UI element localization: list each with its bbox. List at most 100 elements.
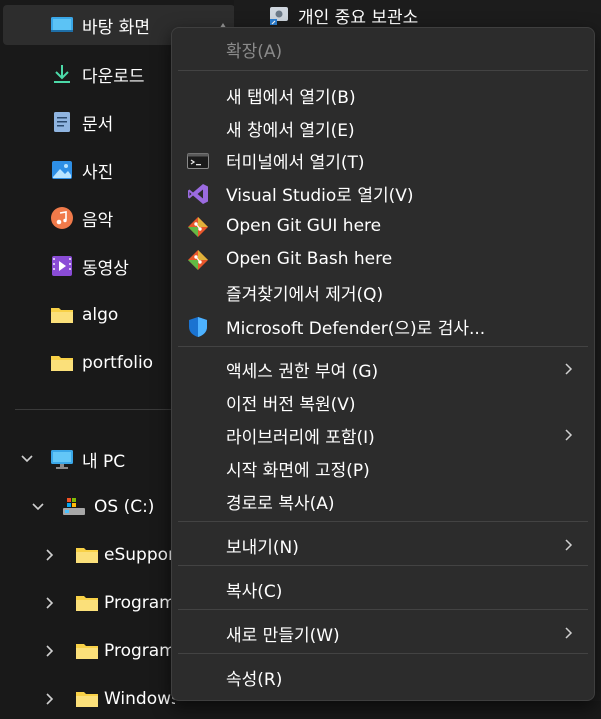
sidebar-item-videos[interactable]: 동영상 bbox=[50, 246, 129, 286]
folder-icon bbox=[75, 641, 99, 661]
file-item-label: 개인 중요 보관소 bbox=[298, 7, 419, 28]
monitor-icon bbox=[50, 448, 74, 470]
menu-item-label: Visual Studio로 열기(V) bbox=[226, 185, 414, 206]
sidebar-item-folder[interactable]: Program Files (x86) bbox=[75, 631, 175, 671]
sidebar-item-label: 바탕 화면 bbox=[82, 17, 150, 38]
menu-item-label: Open Git Bash here bbox=[226, 249, 393, 269]
menu-item-label: 이전 버전 복원(V) bbox=[226, 394, 356, 415]
drive-icon bbox=[62, 496, 86, 518]
folder-icon bbox=[50, 305, 74, 325]
menu-item-new[interactable]: 새로 만들기(W) bbox=[176, 617, 590, 649]
chevron-right-icon bbox=[562, 427, 576, 443]
chevron-down-icon[interactable] bbox=[18, 450, 36, 468]
menu-item-open-git-gui[interactable]: Open Git GUI here bbox=[176, 210, 590, 242]
menu-item-copy-path[interactable]: 경로로 복사(A) bbox=[176, 485, 590, 517]
menu-item-open-git-bash[interactable]: Open Git Bash here bbox=[176, 243, 590, 275]
menu-separator bbox=[178, 565, 588, 566]
sidebar-item-label: 사진 bbox=[82, 162, 114, 183]
menu-item-open-visual-studio[interactable]: Visual Studio로 열기(V) bbox=[176, 177, 590, 209]
sidebar-item-label: portfolio bbox=[82, 353, 154, 373]
desktop-icon bbox=[50, 15, 74, 35]
chevron-right-icon bbox=[562, 537, 576, 553]
video-icon bbox=[50, 254, 74, 278]
sidebar-item-documents[interactable]: 문서 bbox=[50, 102, 113, 142]
menu-item-label: 보내기(N) bbox=[226, 537, 299, 558]
menu-separator bbox=[178, 70, 588, 71]
sidebar-item-label: 내 PC bbox=[82, 451, 126, 472]
menu-item-include-library[interactable]: 라이브러리에 포함(I) bbox=[176, 419, 590, 451]
chevron-right-icon bbox=[562, 625, 576, 641]
menu-item-label: 즐겨찾기에서 제거(Q) bbox=[226, 284, 384, 305]
context-menu: 확장(A) 새 탭에서 열기(B) 새 창에서 열기(E) 터미널에서 열기(T… bbox=[171, 27, 595, 701]
chevron-right-icon[interactable] bbox=[41, 594, 59, 612]
music-icon bbox=[50, 206, 74, 230]
sidebar-item-label: Program Files bbox=[104, 593, 175, 613]
sidebar-item-pictures[interactable]: 사진 bbox=[50, 150, 113, 190]
menu-item-pin-start[interactable]: 시작 화면에 고정(P) bbox=[176, 452, 590, 484]
sidebar-item-label: Windows bbox=[104, 689, 175, 709]
menu-item-label: 경로로 복사(A) bbox=[226, 493, 335, 514]
git-icon bbox=[187, 249, 209, 271]
sidebar-item-folder[interactable]: eSupport bbox=[75, 535, 175, 575]
folder-icon bbox=[75, 545, 99, 565]
menu-item-label: Open Git GUI here bbox=[226, 216, 382, 236]
visual-studio-icon bbox=[187, 183, 209, 205]
menu-item-label: 새 창에서 열기(E) bbox=[226, 120, 355, 141]
sidebar-item-drive-c[interactable]: OS (C:) bbox=[62, 487, 154, 527]
chevron-right-icon bbox=[562, 361, 576, 377]
sidebar-item-label: OS (C:) bbox=[94, 497, 155, 517]
menu-item-label: 속성(R) bbox=[226, 669, 283, 690]
folder-icon bbox=[75, 689, 99, 709]
menu-item-label: 라이브러리에 포함(I) bbox=[226, 427, 375, 448]
menu-separator bbox=[178, 346, 588, 347]
menu-item-label: 액세스 권한 부여 (G) bbox=[226, 361, 379, 382]
chevron-right-icon[interactable] bbox=[41, 642, 59, 660]
menu-item-properties[interactable]: 속성(R) bbox=[176, 661, 590, 693]
file-item[interactable]: 개인 중요 보관소 bbox=[268, 2, 418, 28]
menu-item-copy[interactable]: 복사(C) bbox=[176, 573, 590, 605]
pictures-icon bbox=[50, 158, 74, 182]
git-icon bbox=[187, 216, 209, 238]
menu-item-restore-previous[interactable]: 이전 버전 복원(V) bbox=[176, 386, 590, 418]
sidebar-item-label: 문서 bbox=[82, 114, 114, 135]
sidebar-item-algo[interactable]: algo bbox=[50, 295, 118, 335]
sidebar-item-music[interactable]: 음악 bbox=[50, 198, 113, 238]
terminal-icon bbox=[187, 150, 209, 172]
sidebar-item-this-pc[interactable]: 내 PC bbox=[50, 439, 125, 479]
sidebar-item-label: algo bbox=[82, 305, 119, 325]
menu-item-label: 시작 화면에 고정(P) bbox=[226, 460, 370, 481]
menu-item-open-new-window[interactable]: 새 창에서 열기(E) bbox=[176, 112, 590, 144]
menu-separator bbox=[178, 609, 588, 610]
menu-item-label: 확장(A) bbox=[226, 41, 283, 62]
menu-item-label: Microsoft Defender(으)로 검사... bbox=[226, 318, 486, 339]
sidebar-item-folder[interactable]: Program Files bbox=[75, 583, 175, 623]
document-icon bbox=[50, 110, 74, 134]
menu-item-send-to[interactable]: 보내기(N) bbox=[176, 529, 590, 561]
menu-item-grant-access[interactable]: 액세스 권한 부여 (G) bbox=[176, 353, 590, 385]
menu-item-open-new-tab[interactable]: 새 탭에서 열기(B) bbox=[176, 79, 590, 111]
menu-item-open-terminal[interactable]: 터미널에서 열기(T) bbox=[176, 144, 590, 176]
sidebar-item-label: 음악 bbox=[82, 210, 114, 231]
folder-icon bbox=[50, 353, 74, 373]
menu-item-remove-favorite[interactable]: 즐겨찾기에서 제거(Q) bbox=[176, 276, 590, 308]
menu-item-defender-scan[interactable]: Microsoft Defender(으)로 검사... bbox=[176, 310, 590, 342]
defender-shield-icon bbox=[187, 316, 209, 338]
menu-item-expand[interactable]: 확장(A) bbox=[176, 33, 590, 65]
vault-icon bbox=[268, 4, 290, 26]
chevron-down-icon[interactable] bbox=[29, 498, 47, 516]
sidebar-item-folder[interactable]: Windows bbox=[75, 679, 175, 719]
sidebar-item-downloads[interactable]: 다운로드 bbox=[50, 54, 145, 94]
menu-item-label: 복사(C) bbox=[226, 581, 283, 602]
menu-item-label: 새로 만들기(W) bbox=[226, 625, 340, 646]
menu-separator bbox=[178, 653, 588, 654]
chevron-right-icon[interactable] bbox=[41, 690, 59, 708]
download-icon bbox=[50, 62, 74, 86]
sidebar-item-label: 다운로드 bbox=[82, 66, 145, 87]
menu-item-label: 터미널에서 열기(T) bbox=[226, 152, 365, 173]
menu-separator bbox=[178, 521, 588, 522]
sidebar-item-portfolio[interactable]: portfolio bbox=[50, 343, 153, 383]
menu-item-label: 새 탭에서 열기(B) bbox=[226, 87, 356, 108]
folder-icon bbox=[75, 593, 99, 613]
sidebar-item-label: 동영상 bbox=[82, 258, 129, 279]
chevron-right-icon[interactable] bbox=[41, 546, 59, 564]
